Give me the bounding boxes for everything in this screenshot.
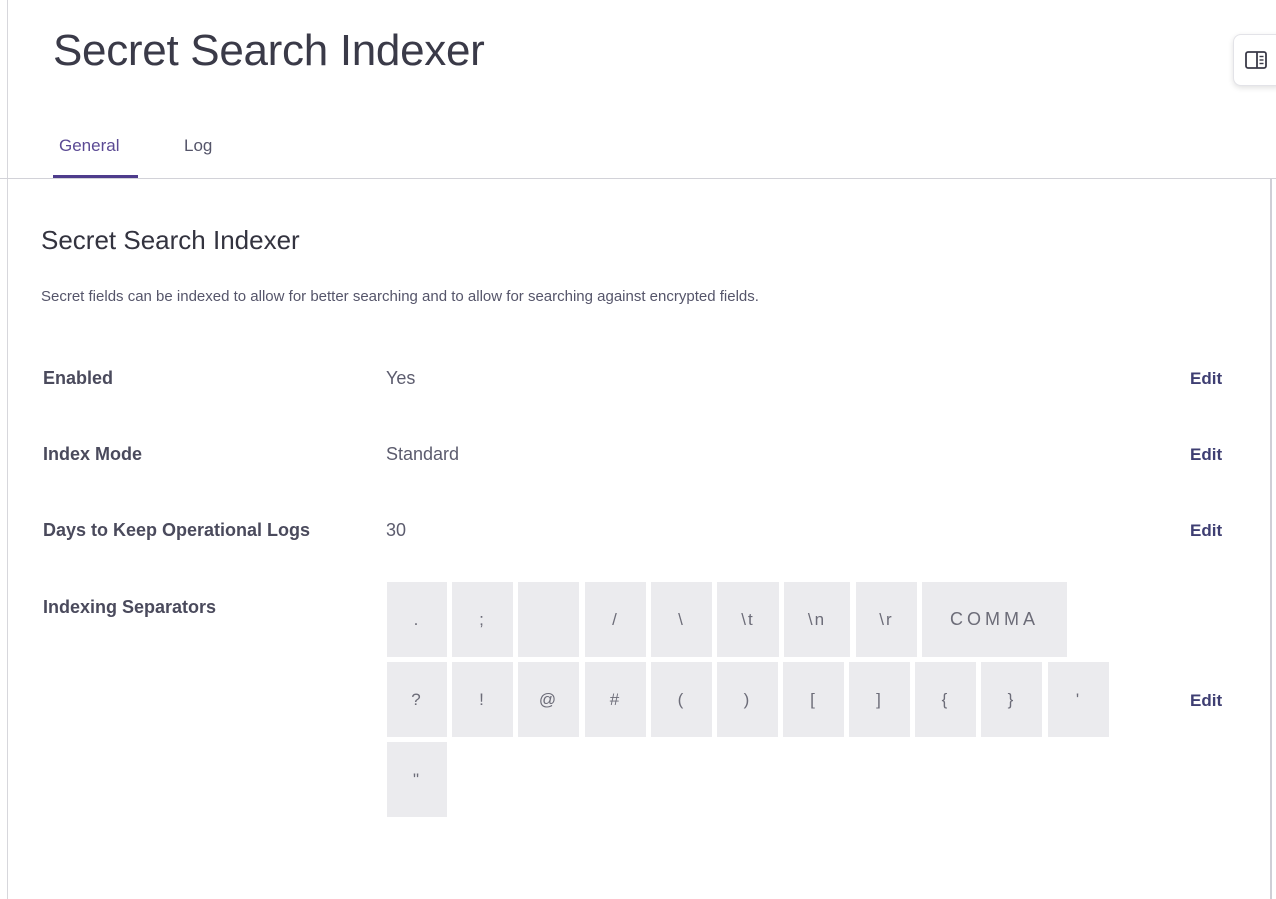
separator-chip: [: [783, 662, 844, 737]
separator-chip: ': [1048, 662, 1109, 737]
index-mode-edit-link[interactable]: Edit: [1190, 445, 1222, 465]
tab-log[interactable]: Log: [184, 136, 212, 156]
separator-chip: @: [518, 662, 579, 737]
index-mode-label: Index Mode: [43, 444, 143, 464]
separator-chip: ]: [849, 662, 910, 737]
separator-chip: .: [387, 582, 447, 657]
separator-chip: \r: [856, 582, 917, 657]
separator-chip: ": [387, 742, 447, 817]
separator-chip: \n: [784, 582, 850, 657]
separator-chip: COMMA: [922, 582, 1067, 657]
content-scrollbar[interactable]: [1270, 178, 1272, 899]
section-description: Secret fields can be indexed to allow fo…: [41, 288, 759, 305]
separator-chip: (: [651, 662, 712, 737]
enabled-value: Yes: [386, 368, 416, 388]
separator-chip: [518, 582, 579, 657]
indexing-separators-edit-link[interactable]: Edit: [1190, 691, 1222, 711]
separator-chip: }: [981, 662, 1042, 737]
page-title: Secret Search Indexer: [53, 26, 485, 75]
days-logs-value: 30: [386, 520, 407, 540]
indexing-separators-label: Indexing Separators: [43, 597, 217, 617]
days-logs-label: Days to Keep Operational Logs: [43, 520, 311, 540]
separator-chip: ): [717, 662, 778, 737]
panel-toggle-button[interactable]: [1233, 34, 1276, 86]
enabled-edit-link[interactable]: Edit: [1190, 369, 1222, 389]
sidebar-panel-icon: [1245, 51, 1267, 69]
separator-chip: #: [585, 662, 646, 737]
separator-chip: ?: [387, 662, 447, 737]
tab-bar: General Log: [0, 120, 1276, 179]
separator-chip: /: [585, 582, 646, 657]
separator-chip: !: [452, 662, 513, 737]
separator-chip: {: [915, 662, 976, 737]
tab-general[interactable]: General: [59, 136, 119, 156]
enabled-label: Enabled: [43, 368, 114, 388]
index-mode-value: Standard: [386, 444, 460, 464]
active-tab-indicator: [53, 175, 138, 178]
separator-chip: \: [651, 582, 712, 657]
section-title: Secret Search Indexer: [41, 225, 300, 255]
separator-chip: ;: [452, 582, 513, 657]
separator-chip: \t: [717, 582, 779, 657]
days-logs-edit-link[interactable]: Edit: [1190, 521, 1222, 541]
